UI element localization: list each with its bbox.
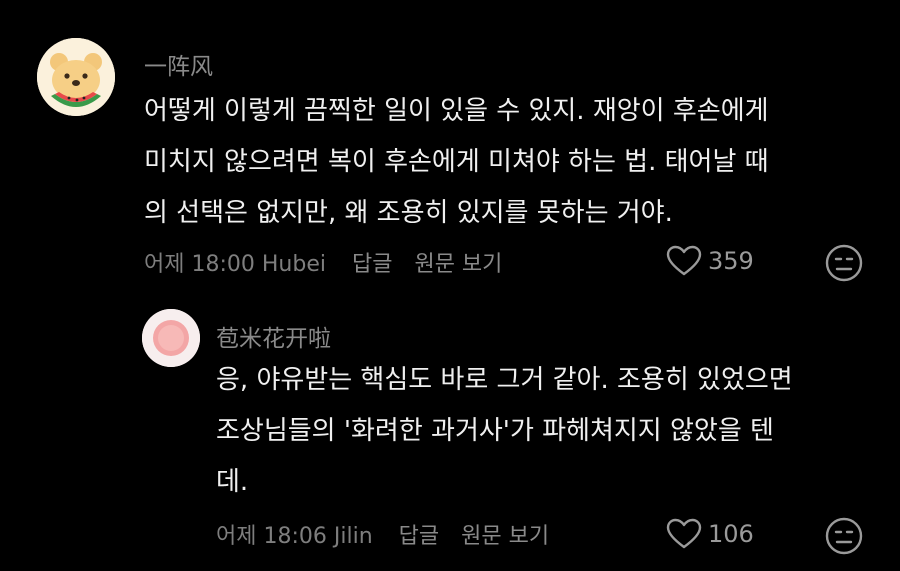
avatar[interactable] — [37, 38, 115, 116]
like-button[interactable]: 106 — [666, 518, 754, 550]
username[interactable]: 苞米花开啦 — [216, 319, 331, 353]
like-count: 106 — [708, 520, 754, 548]
like-count: 359 — [708, 247, 754, 275]
view-original-button[interactable]: 원문 보기 — [414, 246, 502, 278]
avatar[interactable] — [142, 309, 200, 367]
comment-meta: 어제 18:00 Hubei 답글 원문 보기 — [144, 246, 502, 278]
comment-text-line: 어떻게 이렇게 끔찍한 일이 있을 수 있지. 재앙이 후손에게 — [144, 96, 769, 126]
dislike-face-icon[interactable] — [824, 516, 864, 556]
reply-text-line: 응, 야유받는 핵심도 바로 그거 같아. 조용히 있었으면 — [216, 365, 793, 395]
comment-text: 어떻게 이렇게 끔찍한 일이 있을 수 있지. 재앙이 후손에게 미치지 않으려… — [144, 86, 769, 239]
reply-text-line: 데. — [216, 467, 249, 497]
heart-icon — [666, 518, 702, 549]
dislike-face-icon[interactable] — [824, 243, 864, 283]
comment-item: 一阵风 어떻게 이렇게 끔찍한 일이 있을 수 있지. 재앙이 후손에게 미치지… — [0, 0, 900, 300]
reply-text-line: 조상님들의 '화려한 과거사'가 파헤쳐지지 않았을 텐 — [216, 416, 774, 446]
reply-item: 苞米花开啦 응, 야유받는 핵심도 바로 그거 같아. 조용히 있었으면 조상님… — [0, 300, 900, 571]
view-original-button[interactable]: 원문 보기 — [461, 518, 549, 550]
bear-avatar-icon — [37, 38, 115, 116]
timestamp: 어제 18:00 Hubei — [144, 252, 326, 277]
heart-icon — [666, 245, 702, 276]
username[interactable]: 一阵风 — [144, 47, 213, 81]
like-button[interactable]: 359 — [666, 245, 754, 277]
comment-text-line: 의 선택은 없지만, 왜 조용히 있지를 못하는 거야. — [144, 198, 673, 228]
reply-meta: 어제 18:06 Jilin 답글 원문 보기 — [216, 518, 549, 550]
timestamp: 어제 18:06 Jilin — [216, 524, 373, 549]
reply-button[interactable]: 답글 — [352, 246, 392, 278]
reply-text: 응, 야유받는 핵심도 바로 그거 같아. 조용히 있었으면 조상님들의 '화려… — [216, 355, 793, 508]
reply-button[interactable]: 답글 — [399, 518, 439, 550]
comment-text-line: 미치지 않으려면 복이 후손에게 미쳐야 하는 법. 태어날 때 — [144, 147, 769, 177]
peach-avatar-icon — [142, 309, 200, 367]
